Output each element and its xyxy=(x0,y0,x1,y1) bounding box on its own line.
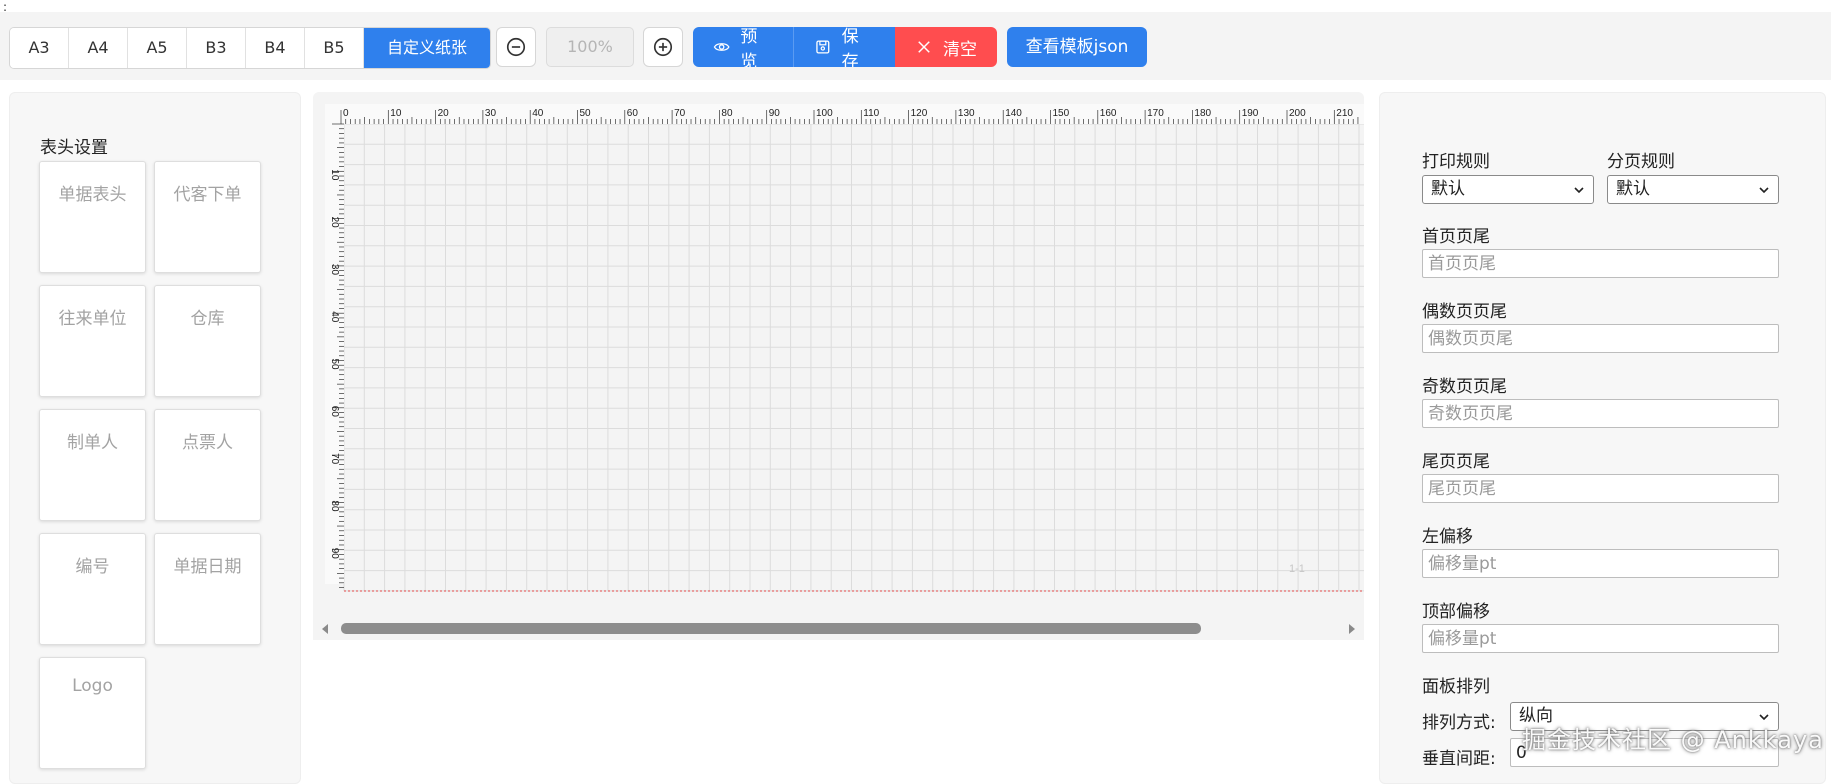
ruler-label: 50 xyxy=(580,108,592,119)
ruler-label: 80 xyxy=(721,108,733,119)
ruler-label: 130 xyxy=(958,108,975,119)
odd-footer-input[interactable]: 奇数页页尾 xyxy=(1422,399,1779,428)
ruler-label: 190 xyxy=(1242,108,1259,119)
tile-counter[interactable]: 点票人 xyxy=(154,409,261,521)
zoom-in-button[interactable] xyxy=(643,27,683,67)
ruler-label: 70 xyxy=(329,453,340,465)
ruler-label: 20 xyxy=(438,108,450,119)
ruler-label: 90 xyxy=(769,108,781,119)
ruler-label: 120 xyxy=(911,108,928,119)
tile-bill-header[interactable]: 单据表头 xyxy=(39,161,146,273)
paper-size-group: A3 A4 A5 B3 B4 B5 自定义纸张 xyxy=(9,27,491,69)
custom-paper-button[interactable]: 自定义纸张 xyxy=(364,28,490,68)
left-offset-input[interactable]: 偏移量pt xyxy=(1422,549,1779,578)
tile-warehouse[interactable]: 仓库 xyxy=(154,285,261,397)
ruler-label: 80 xyxy=(329,500,340,512)
print-rule-value: 默认 xyxy=(1431,179,1465,199)
design-canvas-panel: 0 10 20 30 40 50 60 70 80 90 100 110 120 130 140 150 160… xyxy=(313,92,1364,640)
paper-b3-button[interactable]: B3 xyxy=(187,28,246,68)
close-icon xyxy=(918,41,930,53)
last-footer-input[interactable]: 尾页页尾 xyxy=(1422,474,1779,503)
scrollbar-thumb[interactable] xyxy=(341,623,1201,634)
first-footer-label: 首页页尾 xyxy=(1422,227,1490,247)
paper-b4-button[interactable]: B4 xyxy=(246,28,305,68)
print-rule-label: 打印规则 xyxy=(1422,152,1490,172)
ruler-label: 160 xyxy=(1100,108,1117,119)
paper-b5-button[interactable]: B5 xyxy=(305,28,364,68)
tile-proxy-order[interactable]: 代客下单 xyxy=(154,161,261,273)
top-offset-input[interactable]: 偏移量pt xyxy=(1422,624,1779,653)
save-button[interactable]: 保存 xyxy=(794,27,895,67)
chevron-down-icon xyxy=(1574,187,1584,194)
floppy-disk-icon xyxy=(816,40,830,54)
tile-number[interactable]: 编号 xyxy=(39,533,146,645)
ruler-label: 30 xyxy=(329,264,340,276)
right-panel: 打印规则 默认 分页规则 默认 首页页尾 首页页尾 偶数页页尾 偶数页页尾 奇数… xyxy=(1379,92,1826,784)
layout-mode-label: 排列方式: xyxy=(1422,713,1496,733)
eye-icon xyxy=(713,43,730,51)
watermark-text: 掘金技术社区 @ Ankkaya xyxy=(1522,726,1824,754)
panel-layout-label: 面板排列 xyxy=(1422,677,1490,697)
tile-bill-date[interactable]: 单据日期 xyxy=(154,533,261,645)
left-panel: 表头设置 单据表头 代客下单 往来单位 仓库 制单人 点票人 编号 单据日期 L… xyxy=(9,92,301,784)
preview-label: 预览 xyxy=(740,27,758,67)
even-footer-input[interactable]: 偶数页页尾 xyxy=(1422,324,1779,353)
action-group: 预览 保存 清空 xyxy=(693,27,997,67)
ruler-label: 210 xyxy=(1336,108,1353,119)
preview-button[interactable]: 预览 xyxy=(693,27,794,67)
design-canvas[interactable]: 0 10 20 30 40 50 60 70 80 90 100 110 120 130 140 150 160… xyxy=(313,92,1364,640)
ruler-label: 200 xyxy=(1289,108,1306,119)
ruler-label: 60 xyxy=(627,108,639,119)
odd-footer-label: 奇数页页尾 xyxy=(1422,377,1507,397)
tile-creator[interactable]: 制单人 xyxy=(39,409,146,521)
plus-circle-icon xyxy=(653,37,673,57)
ruler-label: 60 xyxy=(329,406,340,418)
ruler-label: 70 xyxy=(674,108,686,119)
last-footer-label: 尾页页尾 xyxy=(1422,452,1490,472)
ruler-label: 100 xyxy=(816,108,833,119)
ruler-label: 170 xyxy=(1147,108,1164,119)
page-number: 1-1 xyxy=(1289,563,1305,575)
ruler-label: 30 xyxy=(485,108,497,119)
vertical-gap-label: 垂直间距: xyxy=(1422,749,1496,769)
page-rule-label: 分页规则 xyxy=(1607,152,1675,172)
clear-button[interactable]: 清空 xyxy=(895,27,997,67)
tile-logo[interactable]: Logo xyxy=(39,657,146,769)
ruler-label: 90 xyxy=(329,548,340,560)
ruler-label: 0 xyxy=(343,108,349,119)
top-offset-label: 顶部偏移 xyxy=(1422,602,1490,622)
zoom-out-button[interactable] xyxy=(496,27,536,67)
chevron-down-icon xyxy=(1759,187,1769,194)
left-offset-label: 左偏移 xyxy=(1422,527,1473,547)
ruler-label: 10 xyxy=(390,108,402,119)
ruler-label: 20 xyxy=(329,217,340,229)
ruler-label: 10 xyxy=(329,169,340,181)
tile-partner[interactable]: 往来单位 xyxy=(39,285,146,397)
section-title: 表头设置 xyxy=(40,138,108,158)
ruler-label: 50 xyxy=(329,359,340,371)
view-json-button[interactable]: 查看模板json xyxy=(1007,27,1147,67)
print-rule-select[interactable]: 默认 xyxy=(1422,175,1594,204)
clear-label: 清空 xyxy=(943,39,977,60)
page-rule-value: 默认 xyxy=(1616,179,1650,199)
ruler-label: 140 xyxy=(1005,108,1022,119)
ruler-label: 180 xyxy=(1194,108,1211,119)
paper-a5-button[interactable]: A5 xyxy=(128,28,187,68)
even-footer-label: 偶数页页尾 xyxy=(1422,302,1507,322)
save-label: 保存 xyxy=(841,27,859,67)
ruler-label: 40 xyxy=(329,311,340,323)
zoom-level-input[interactable]: 100% xyxy=(546,27,634,67)
page-rule-select[interactable]: 默认 xyxy=(1607,175,1779,204)
minus-circle-icon xyxy=(506,37,526,57)
ruler-label: 150 xyxy=(1053,108,1070,119)
ruler-label: 110 xyxy=(863,108,879,119)
ruler-label: 40 xyxy=(532,108,544,119)
paper-a3-button[interactable]: A3 xyxy=(10,28,69,68)
paper-a4-button[interactable]: A4 xyxy=(69,28,128,68)
first-footer-input[interactable]: 首页页尾 xyxy=(1422,249,1779,278)
